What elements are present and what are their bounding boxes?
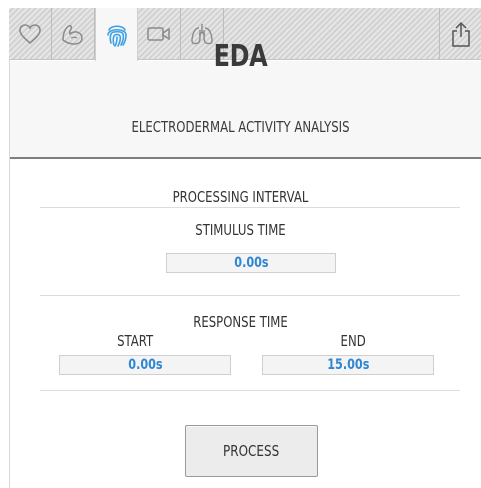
eda-panel: EDA ELECTRODERMAL ACTIVITY ANALYSIS PROC… [0, 0, 481, 488]
share-button[interactable] [439, 8, 481, 60]
header [10, 61, 481, 159]
share-icon [451, 21, 470, 47]
divider [40, 295, 460, 296]
stimulus-time-label: STIMULUS TIME [195, 221, 286, 239]
tab-heart[interactable] [9, 8, 52, 60]
page-subtitle: ELECTRODERMAL ACTIVITY ANALYSIS [131, 118, 350, 136]
page-title: EDA [213, 39, 268, 74]
process-button[interactable]: PROCESS [185, 425, 318, 477]
heart-icon [19, 24, 41, 45]
end-label: END [340, 332, 366, 350]
video-camera-icon [147, 27, 170, 41]
response-time-heading: RESPONSE TIME [193, 313, 288, 331]
stimulus-time-value: 0.00s [233, 255, 269, 271]
divider [40, 390, 460, 391]
response-end-field[interactable]: 15.00s [262, 355, 434, 375]
stimulus-time-field[interactable]: 0.00s [166, 253, 336, 273]
response-end-value: 15.00s [326, 357, 370, 373]
processing-interval-heading: PROCESSING INTERVAL [172, 188, 309, 206]
response-start-value: 0.00s [127, 357, 163, 373]
process-button-label: PROCESS [223, 441, 280, 460]
divider [40, 207, 460, 208]
response-start-field[interactable]: 0.00s [59, 355, 231, 375]
start-label: START [117, 332, 154, 350]
